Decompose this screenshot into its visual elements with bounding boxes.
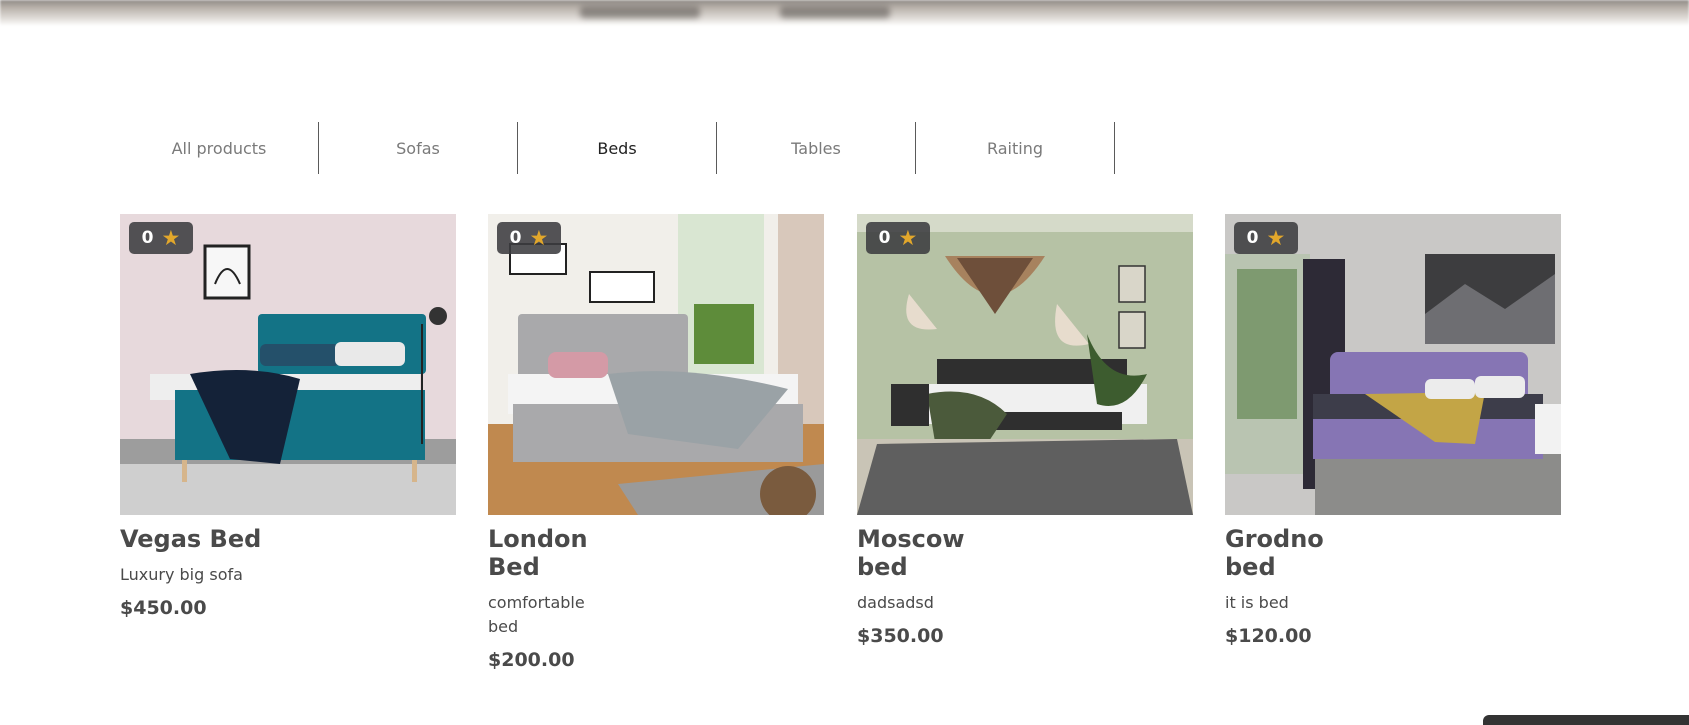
bottom-right-widget-edge[interactable] xyxy=(1483,715,1689,725)
rating-badge: 0 ★ xyxy=(129,222,193,254)
product-card[interactable]: 0 ★ Grodno bed it is bed $120.00 xyxy=(1225,214,1561,647)
product-description: Luxury big sofa xyxy=(120,565,243,584)
product-card[interactable]: 0 ★ London Bed comfortable bed $200.00 xyxy=(488,214,824,671)
category-tabs: All products Sofas Beds Tables Raiting xyxy=(120,122,1115,174)
tab-tables[interactable]: Tables xyxy=(717,122,916,174)
bed-photo-illustration xyxy=(857,214,1193,515)
product-name[interactable]: Grodno bed xyxy=(1225,525,1337,581)
star-icon: ★ xyxy=(161,225,181,250)
product-price: $200.00 xyxy=(488,649,575,671)
banner-blur-shape xyxy=(580,6,700,18)
bed-photo-illustration xyxy=(120,214,456,515)
top-banner-image xyxy=(0,0,1689,26)
product-description: comfortable bed xyxy=(488,593,585,636)
rating-value: 0 xyxy=(1246,228,1259,248)
tab-beds[interactable]: Beds xyxy=(518,122,717,174)
product-image[interactable]: 0 ★ xyxy=(488,214,824,515)
bed-photo-illustration xyxy=(488,214,824,515)
product-image[interactable]: 0 ★ xyxy=(857,214,1193,515)
star-icon: ★ xyxy=(1266,225,1286,250)
star-icon: ★ xyxy=(898,225,918,250)
product-image[interactable]: 0 ★ xyxy=(1225,214,1561,515)
product-name[interactable]: London Bed xyxy=(488,525,600,581)
tab-sofas[interactable]: Sofas xyxy=(319,122,518,174)
product-price: $350.00 xyxy=(857,625,944,647)
rating-badge: 0 ★ xyxy=(1234,222,1298,254)
tab-all-products[interactable]: All products xyxy=(120,122,319,174)
rating-badge: 0 ★ xyxy=(497,222,561,254)
tab-raiting[interactable]: Raiting xyxy=(916,122,1115,174)
product-description: dadsadsd xyxy=(857,593,934,612)
product-price: $120.00 xyxy=(1225,625,1312,647)
product-name[interactable]: Moscow bed xyxy=(857,525,969,581)
product-name[interactable]: Vegas Bed xyxy=(120,525,456,553)
banner-blur-shape xyxy=(780,6,890,18)
bed-photo-illustration xyxy=(1225,214,1561,515)
product-price: $450.00 xyxy=(120,597,207,619)
rating-badge: 0 ★ xyxy=(866,222,930,254)
product-description: it is bed xyxy=(1225,593,1289,612)
rating-value: 0 xyxy=(141,228,154,248)
rating-value: 0 xyxy=(878,228,891,248)
star-icon: ★ xyxy=(529,225,549,250)
rating-value: 0 xyxy=(509,228,522,248)
product-card[interactable]: 0 ★ Vegas Bed Luxury big sofa $450.00 xyxy=(120,214,456,619)
product-image[interactable]: 0 ★ xyxy=(120,214,456,515)
product-card[interactable]: 0 ★ Moscow bed dadsadsd $350.00 xyxy=(857,214,1193,647)
